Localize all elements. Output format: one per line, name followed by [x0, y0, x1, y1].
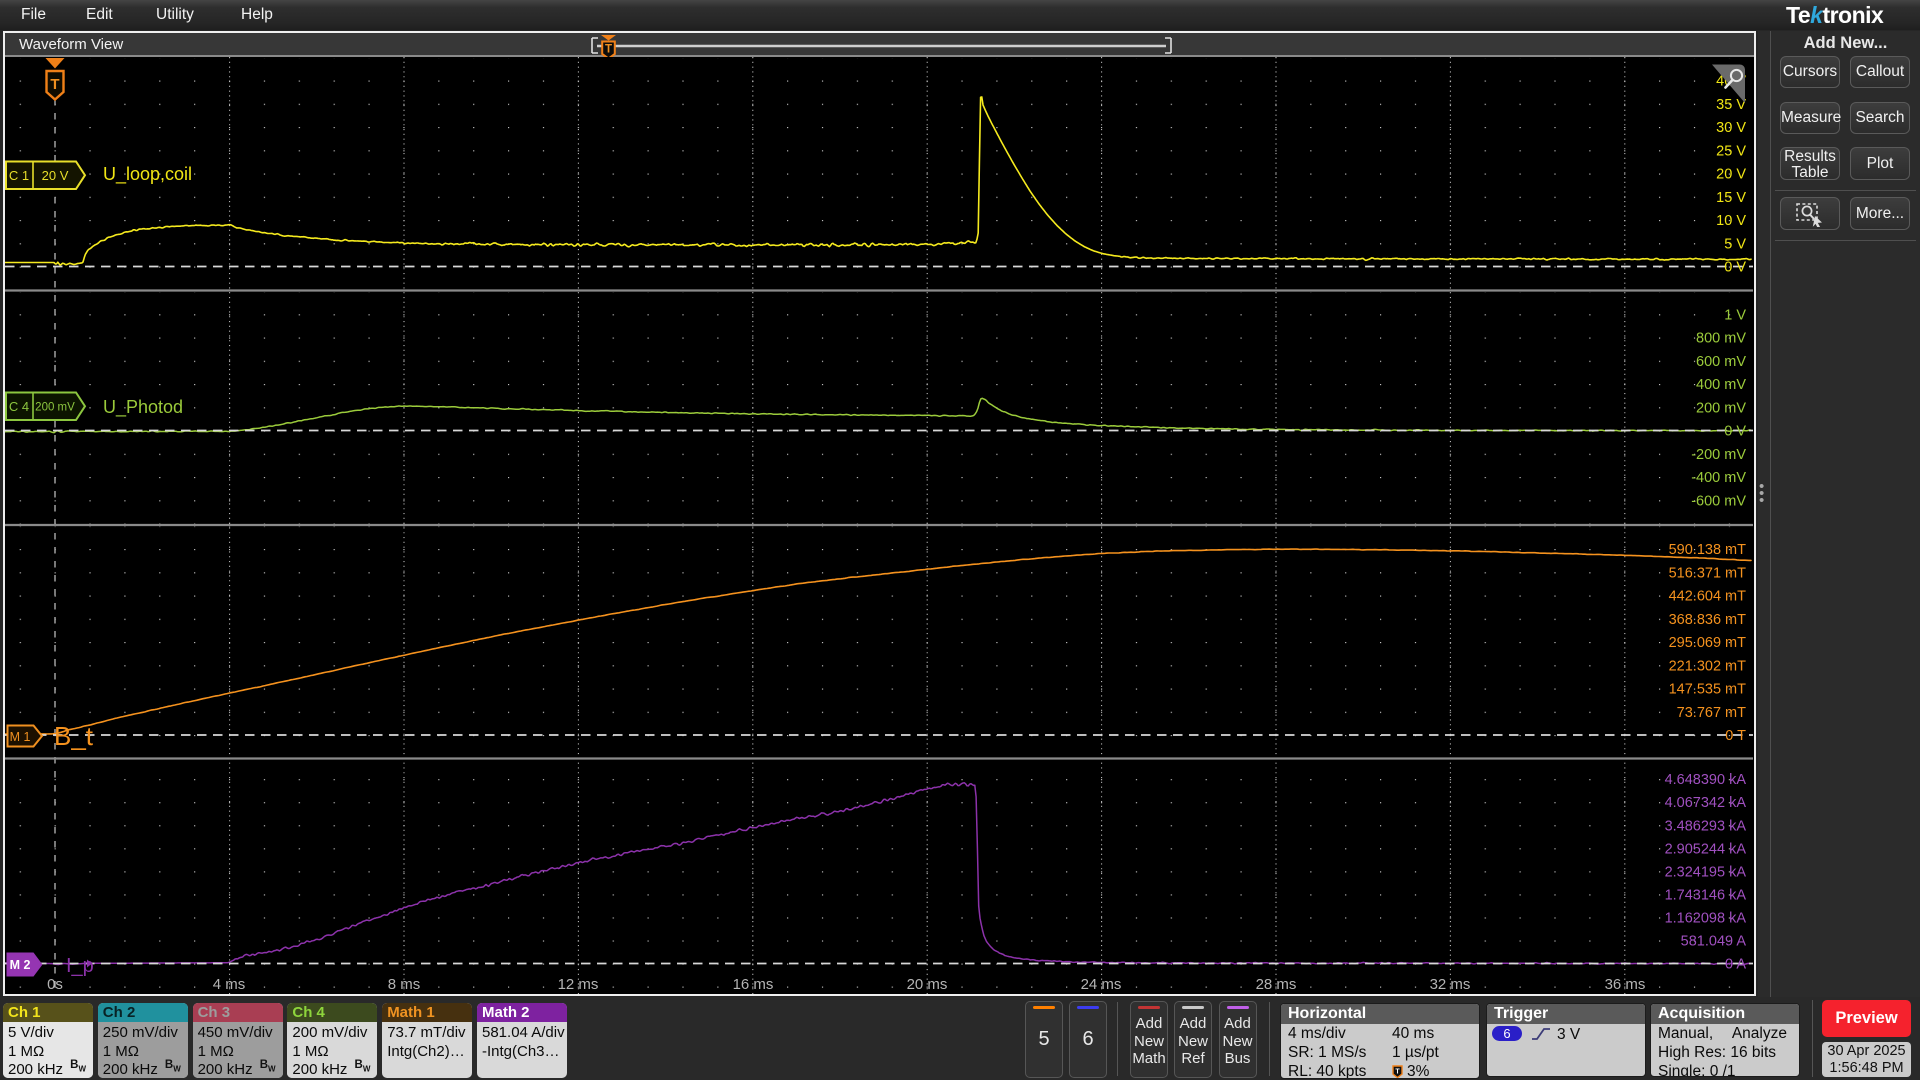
svg-text:C 1: C 1	[9, 168, 29, 183]
svg-text:581.049 A: 581.049 A	[1681, 934, 1747, 950]
svg-text:442.604 mT: 442.604 mT	[1669, 589, 1747, 605]
svg-text:M 1: M 1	[10, 730, 31, 744]
svg-text:4.648390 kA: 4.648390 kA	[1665, 772, 1747, 788]
svg-text:20 V: 20 V	[42, 168, 69, 183]
svg-text:0s: 0s	[47, 976, 63, 993]
svg-text:1.162098 kA: 1.162098 kA	[1665, 911, 1747, 927]
svg-text:0 A: 0 A	[1725, 957, 1746, 973]
svg-text:1.743146 kA: 1.743146 kA	[1665, 887, 1747, 903]
svg-text:30 V: 30 V	[1716, 120, 1746, 136]
svg-text:221.302 mT: 221.302 mT	[1669, 658, 1747, 674]
svg-text:20 ms: 20 ms	[907, 976, 948, 993]
svg-text:590.138 mT: 590.138 mT	[1669, 542, 1747, 558]
svg-text:295.069 mT: 295.069 mT	[1669, 635, 1747, 651]
svg-text:4.067342 kA: 4.067342 kA	[1665, 795, 1747, 811]
svg-text:T: T	[50, 76, 59, 93]
svg-text:600 mV: 600 mV	[1696, 354, 1746, 370]
svg-text:36 ms: 36 ms	[1605, 976, 1646, 993]
svg-text:15 V: 15 V	[1716, 190, 1746, 206]
svg-text:73.767 mT: 73.767 mT	[1677, 705, 1746, 721]
svg-text:0 T: 0 T	[1725, 728, 1746, 744]
svg-text:400 mV: 400 mV	[1696, 377, 1746, 393]
svg-text:5 V: 5 V	[1724, 236, 1746, 252]
svg-text:10 V: 10 V	[1716, 213, 1746, 229]
svg-text:3.486293 kA: 3.486293 kA	[1665, 818, 1747, 834]
svg-text:I_p: I_p	[66, 955, 94, 977]
svg-text:2.324195 kA: 2.324195 kA	[1665, 864, 1747, 880]
svg-text:M 2: M 2	[10, 958, 31, 972]
svg-text:B_t: B_t	[54, 721, 94, 751]
svg-text:U_loop,coil: U_loop,coil	[103, 164, 192, 185]
svg-text:12 ms: 12 ms	[558, 976, 599, 993]
svg-text:1 V: 1 V	[1724, 307, 1746, 323]
svg-text:-400 mV: -400 mV	[1691, 470, 1746, 486]
svg-text:32 ms: 32 ms	[1430, 976, 1471, 993]
svg-text:368.836 mT: 368.836 mT	[1669, 612, 1747, 628]
svg-text:28 ms: 28 ms	[1256, 976, 1297, 993]
svg-text:U_Photod: U_Photod	[103, 397, 183, 418]
svg-text:0 V: 0 V	[1724, 424, 1746, 440]
svg-text:0 V: 0 V	[1724, 260, 1746, 276]
svg-text:T: T	[1395, 1069, 1400, 1076]
svg-text:25 V: 25 V	[1716, 143, 1746, 159]
svg-text:4 ms: 4 ms	[213, 976, 246, 993]
svg-text:2.905244 kA: 2.905244 kA	[1665, 841, 1747, 857]
svg-text:200 mV: 200 mV	[35, 402, 75, 414]
svg-text:20 V: 20 V	[1716, 167, 1746, 183]
svg-text:516.371 mT: 516.371 mT	[1669, 565, 1747, 581]
svg-text:T: T	[605, 44, 612, 56]
svg-text:200 mV: 200 mV	[1696, 400, 1746, 416]
svg-text:-600 mV: -600 mV	[1691, 493, 1746, 509]
svg-text:24 ms: 24 ms	[1081, 976, 1122, 993]
svg-text:C 4: C 4	[9, 399, 29, 414]
svg-text:147.535 mT: 147.535 mT	[1669, 682, 1747, 698]
svg-text:800 mV: 800 mV	[1696, 331, 1746, 347]
svg-text:-200 mV: -200 mV	[1691, 447, 1746, 463]
svg-text:16 ms: 16 ms	[733, 976, 774, 993]
svg-text:8 ms: 8 ms	[388, 976, 421, 993]
